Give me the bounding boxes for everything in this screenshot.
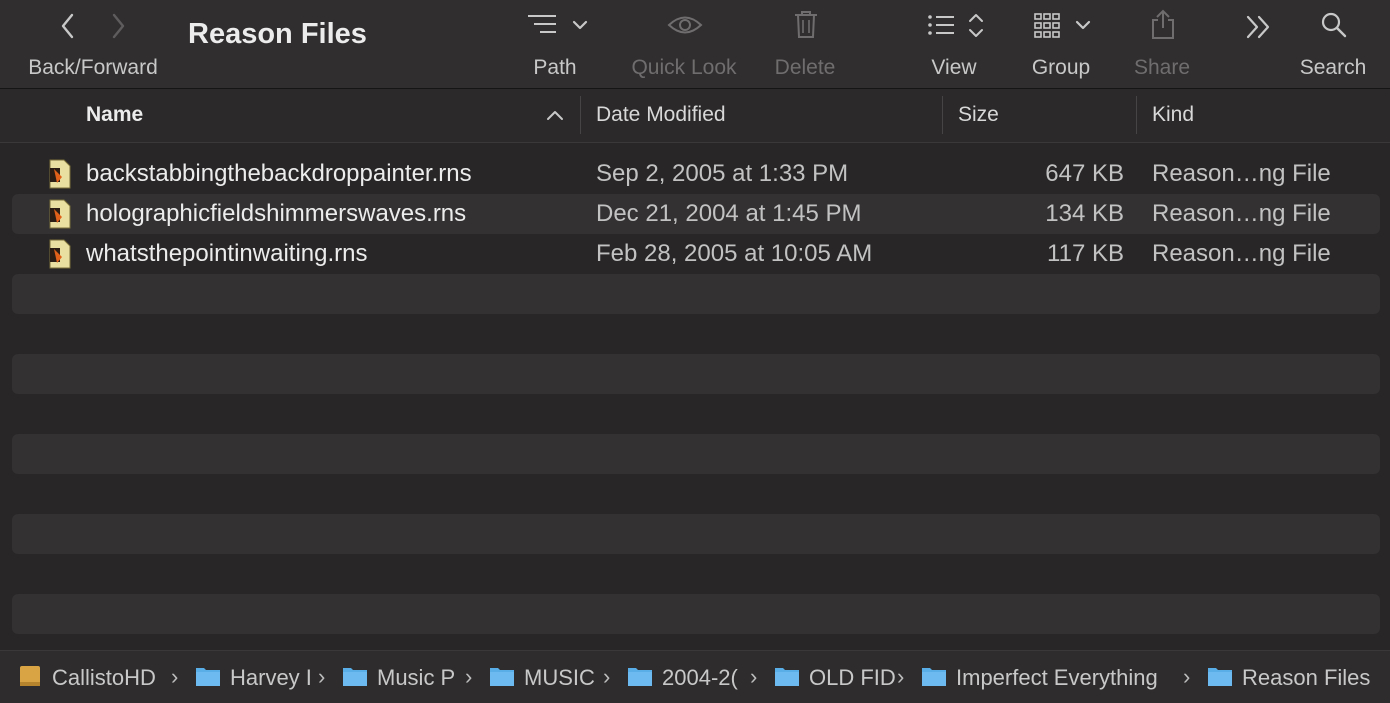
folder-icon [775, 668, 799, 686]
share-button[interactable]: Share [1134, 56, 1190, 80]
path-button[interactable]: Path [533, 56, 576, 80]
search-icon[interactable] [1320, 11, 1348, 39]
folder-icon [343, 668, 367, 686]
empty-row [12, 314, 1380, 354]
view-button[interactable]: View [931, 56, 976, 80]
reason-file-icon [49, 199, 71, 229]
column-size[interactable]: Size [958, 103, 999, 127]
path-item-callistohd[interactable]: CallistoHD [52, 665, 156, 691]
empty-row [12, 474, 1380, 514]
column-divider[interactable] [1136, 96, 1137, 134]
file-size: 134 KB [1045, 200, 1124, 227]
path-list-icon[interactable] [526, 12, 590, 40]
folder-icon [628, 668, 652, 686]
table-row[interactable]: backstabbingthebackdroppainter.rns Sep 2… [12, 154, 1380, 194]
back-forward-label: Back/Forward [28, 56, 158, 79]
sort-ascending-icon[interactable] [546, 109, 564, 121]
file-name: whatsthepointinwaiting.rns [86, 240, 368, 267]
column-name[interactable]: Name [86, 103, 143, 127]
empty-row [12, 514, 1380, 554]
more-chevrons-icon[interactable] [1245, 14, 1273, 40]
group-button[interactable]: Group [1032, 56, 1090, 80]
table-row[interactable]: whatsthepointinwaiting.rns Feb 28, 2005 … [12, 234, 1380, 274]
file-list: backstabbingthebackdroppainter.rns Sep 2… [12, 154, 1380, 634]
path-separator-icon: › [750, 664, 758, 689]
share-icon[interactable] [1150, 8, 1176, 40]
folder-icon [490, 668, 514, 686]
file-date: Dec 21, 2004 at 1:45 PM [596, 200, 862, 227]
folder-icon [922, 668, 946, 686]
drive-icon [20, 666, 40, 686]
column-header: Name Date Modified Size Kind [0, 89, 1390, 143]
path-item-reason-files[interactable]: Reason Files [1242, 665, 1370, 691]
empty-row [12, 434, 1380, 474]
file-kind: Reason…ng File [1152, 240, 1331, 267]
chevron-left-icon[interactable] [58, 12, 78, 40]
column-divider[interactable] [942, 96, 943, 134]
path-item-old-fid[interactable]: OLD FID [809, 665, 896, 691]
trash-icon[interactable] [793, 10, 819, 40]
eye-icon[interactable] [667, 12, 703, 38]
file-size: 117 KB [1047, 240, 1124, 267]
empty-row [12, 394, 1380, 434]
path-separator-icon: › [318, 664, 326, 689]
search-button[interactable]: Search [1300, 56, 1367, 80]
empty-row [12, 554, 1380, 594]
path-separator-icon: › [897, 664, 905, 689]
empty-row [12, 594, 1380, 634]
column-divider[interactable] [580, 96, 581, 134]
column-date-modified[interactable]: Date Modified [596, 103, 726, 127]
file-size: 647 KB [1045, 160, 1124, 187]
chevron-right-icon[interactable] [108, 12, 128, 40]
empty-row [12, 354, 1380, 394]
list-view-icon[interactable] [926, 12, 988, 40]
path-separator-icon: › [1183, 664, 1191, 689]
path-separator-icon: › [465, 664, 473, 689]
file-date: Sep 2, 2005 at 1:33 PM [596, 160, 849, 187]
file-name: backstabbingthebackdroppainter.rns [86, 160, 472, 187]
reason-file-icon [49, 159, 71, 189]
folder-icon [196, 668, 220, 686]
path-bar: CallistoHD › Harvey I › Music P › MUSIC … [0, 650, 1390, 703]
toolbar: Back/Forward Reason Files Path Quick Loo… [0, 0, 1390, 89]
path-item-harvey[interactable]: Harvey I [230, 665, 312, 691]
file-date: Feb 28, 2005 at 10:05 AM [596, 240, 873, 267]
empty-row [12, 274, 1380, 314]
file-kind: Reason…ng File [1152, 200, 1331, 227]
file-kind: Reason…ng File [1152, 160, 1331, 187]
path-item-imperfect-everything[interactable]: Imperfect Everything [956, 665, 1158, 691]
path-item-music-p[interactable]: Music P [377, 665, 455, 691]
reason-file-icon [49, 239, 71, 269]
file-name: holographicfieldshimmerswaves.rns [86, 200, 467, 227]
folder-icon [1208, 668, 1232, 686]
group-grid-icon[interactable] [1033, 12, 1093, 40]
delete-button[interactable]: Delete [775, 56, 836, 80]
path-separator-icon: › [171, 664, 179, 689]
table-row[interactable]: holographicfieldshimmerswaves.rns Dec 21… [12, 194, 1380, 234]
path-separator-icon: › [603, 664, 611, 689]
column-kind[interactable]: Kind [1152, 103, 1194, 127]
window-title: Reason Files [188, 18, 367, 50]
path-item-music[interactable]: MUSIC [524, 665, 595, 691]
path-item-2004[interactable]: 2004-2( [662, 665, 738, 691]
quick-look-button[interactable]: Quick Look [631, 56, 736, 80]
